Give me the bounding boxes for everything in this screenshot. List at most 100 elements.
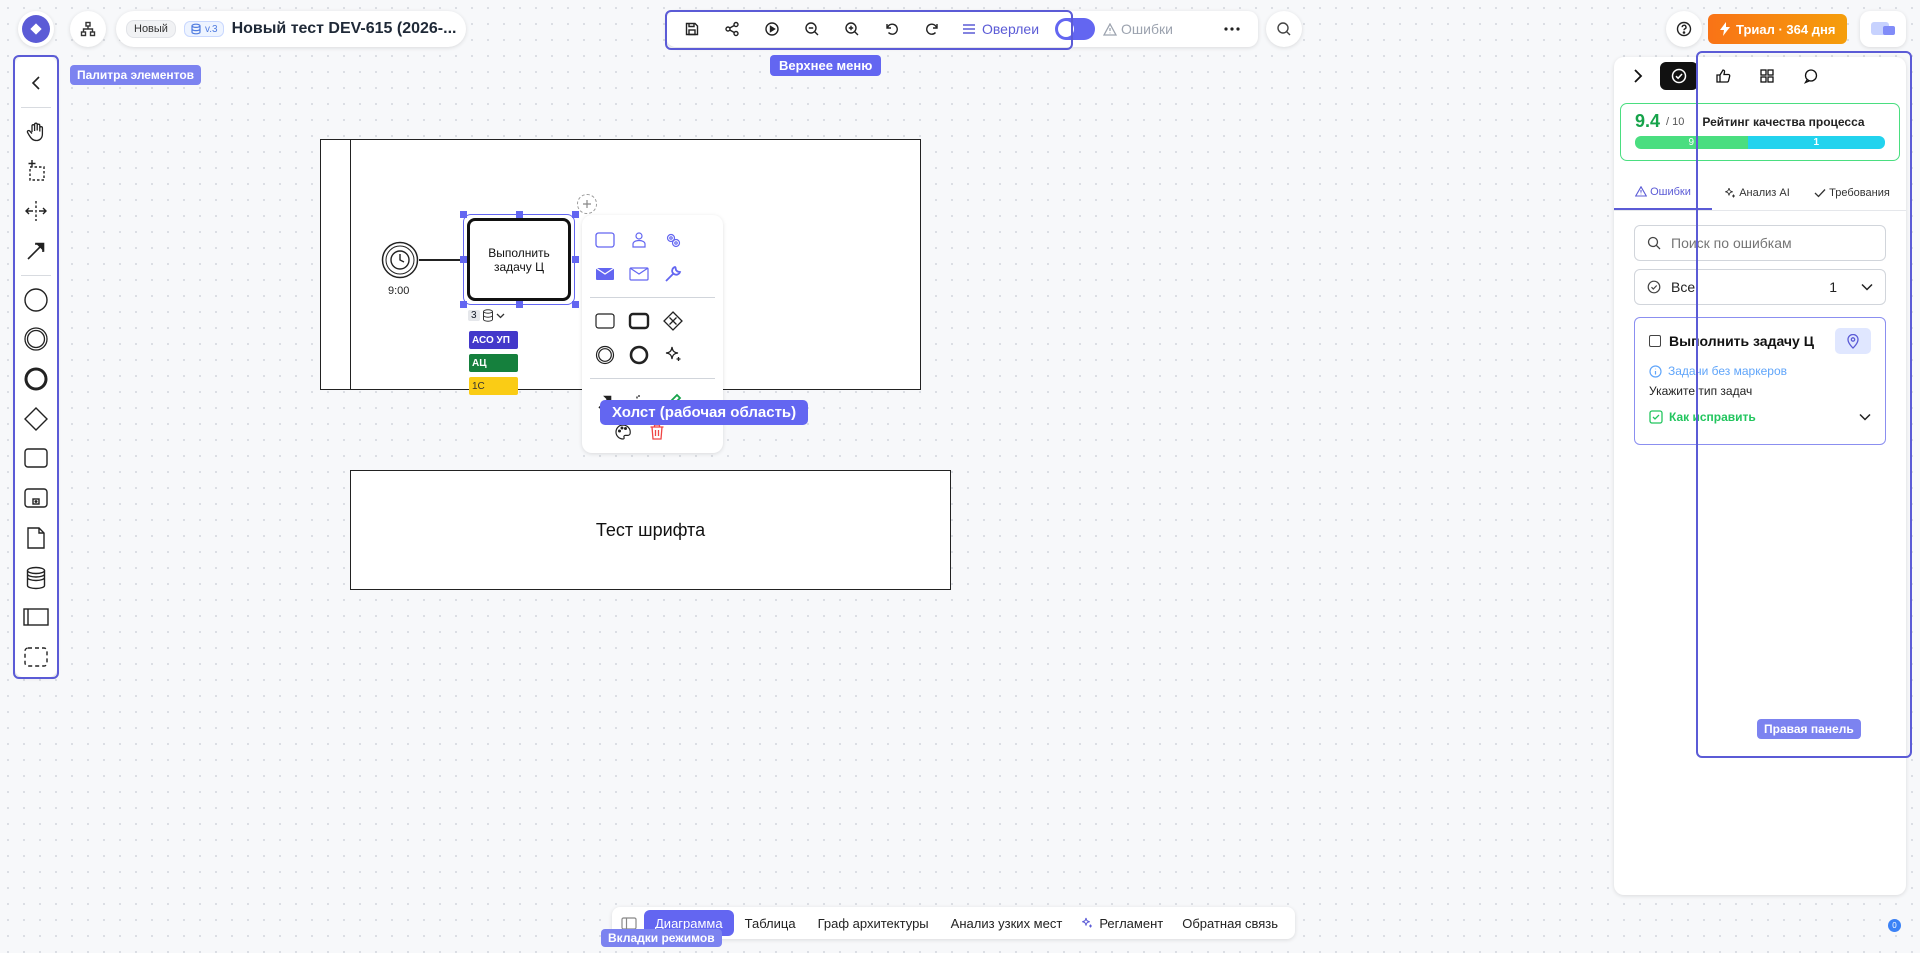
collapse-palette-button[interactable]: [16, 63, 56, 103]
error-card-title[interactable]: Выполнить задачу Ц: [1669, 333, 1827, 349]
resize-handle[interactable]: [460, 256, 467, 263]
end-event-tool[interactable]: [16, 359, 56, 399]
append-service-task-button[interactable]: [656, 223, 690, 257]
zoom-out-button[interactable]: [792, 14, 832, 44]
error-search-field[interactable]: [1634, 225, 1886, 261]
panel-tab-grid[interactable]: [1748, 62, 1786, 90]
error-issue: Задачи без маркеров: [1668, 364, 1787, 378]
marker-dropdown[interactable]: 3: [468, 308, 505, 323]
process-tree-button[interactable]: [70, 11, 106, 47]
redo-button[interactable]: [912, 14, 952, 44]
resize-handle[interactable]: [460, 211, 467, 218]
tab-requirements-label: Требования: [1829, 186, 1890, 199]
group-tool[interactable]: [16, 637, 56, 677]
panel-tab-checks[interactable]: [1660, 62, 1698, 90]
how-to-fix-label: Как исправить: [1669, 410, 1756, 424]
append-send-task-button[interactable]: [588, 257, 622, 291]
pool-header[interactable]: [320, 139, 351, 390]
filter-value: Все: [1671, 279, 1696, 295]
text-box-element[interactable]: Тест шрифта: [350, 470, 951, 590]
share-button[interactable]: [712, 14, 752, 44]
help-button[interactable]: [1666, 11, 1702, 47]
tag-aso[interactable]: АСО УП: [469, 331, 518, 349]
collapse-panel-button[interactable]: [1622, 62, 1654, 90]
resize-handle[interactable]: [516, 301, 523, 308]
space-tool[interactable]: [16, 191, 56, 231]
tab-regulation[interactable]: Регламент: [1073, 916, 1171, 931]
quality-score: 9.4: [1635, 111, 1661, 131]
task-tool[interactable]: [16, 439, 56, 479]
document-title[interactable]: Новый тест DEV-615 (2026-...: [232, 20, 457, 38]
sequence-flow[interactable]: [419, 259, 465, 261]
gateway-tool[interactable]: [16, 399, 56, 439]
error-select-checkbox[interactable]: [1649, 335, 1661, 347]
connect-tool[interactable]: [16, 231, 56, 271]
error-search-input[interactable]: [1671, 235, 1873, 251]
tab-requirements[interactable]: Требования: [1802, 175, 1902, 210]
error-filter-select[interactable]: Все 1: [1634, 269, 1886, 305]
tab-architecture-graph[interactable]: Граф архитектуры: [807, 910, 940, 936]
lasso-tool[interactable]: [16, 151, 56, 191]
pool-tool[interactable]: [16, 598, 56, 638]
app-logo-button[interactable]: [18, 11, 54, 47]
how-to-fix-toggle[interactable]: Как исправить: [1649, 410, 1871, 424]
tab-errors[interactable]: Ошибки: [1614, 175, 1712, 210]
tab-ai-analysis[interactable]: Анализ AI: [1712, 175, 1802, 210]
locate-element-button[interactable]: [1835, 328, 1871, 354]
append-intermediate-event-button[interactable]: [588, 338, 622, 372]
subprocess-tool[interactable]: [16, 478, 56, 518]
context-divider: [590, 297, 715, 298]
zoom-in-button[interactable]: [832, 14, 872, 44]
info-icon: [1649, 364, 1662, 378]
panel-tab-feedback[interactable]: [1704, 62, 1742, 90]
selected-task[interactable]: Выполнить задачу Ц: [467, 218, 571, 301]
ai-suggest-button[interactable]: [656, 338, 690, 372]
hand-tool[interactable]: [16, 112, 56, 152]
data-object-tool[interactable]: [16, 518, 56, 558]
search-icon: [1276, 21, 1292, 37]
error-card[interactable]: Выполнить задачу Ц Задачи без маркеров У…: [1634, 317, 1886, 445]
add-connection-button[interactable]: [577, 194, 597, 214]
append-end-event-button[interactable]: [622, 338, 656, 372]
errors-button[interactable]: Ошибки: [1095, 21, 1181, 37]
tag-1c[interactable]: 1С: [469, 377, 518, 395]
tab-feedback[interactable]: Обратная связь: [1171, 910, 1289, 936]
start-event-tool[interactable]: [16, 280, 56, 320]
append-call-activity-button[interactable]: [622, 304, 656, 338]
resize-handle[interactable]: [516, 211, 523, 218]
resize-handle[interactable]: [460, 301, 467, 308]
append-activity-button[interactable]: [588, 304, 622, 338]
tab-errors-label: Ошибки: [1650, 185, 1691, 198]
resize-handle[interactable]: [572, 211, 579, 218]
trial-badge[interactable]: Триал · 364 дня: [1708, 14, 1848, 44]
resize-handle[interactable]: [572, 301, 579, 308]
simulate-button[interactable]: [752, 14, 792, 44]
search-button[interactable]: [1266, 11, 1302, 47]
timer-start-event[interactable]: [381, 241, 419, 279]
notification-badge[interactable]: 0: [1888, 919, 1901, 932]
circle-icon: [23, 287, 49, 313]
errors-toggle[interactable]: [1055, 18, 1096, 40]
panel-tab-chat[interactable]: [1792, 62, 1830, 90]
append-user-task-button[interactable]: [622, 223, 656, 257]
tab-table[interactable]: Таблица: [734, 910, 807, 936]
intermediate-event-tool[interactable]: [16, 319, 56, 359]
hierarchy-icon: [80, 21, 96, 37]
data-store-tool[interactable]: [16, 558, 56, 598]
redo-icon: [924, 21, 940, 37]
tab-bottleneck-analysis[interactable]: Анализ узких мест: [940, 910, 1074, 936]
user-menu-button[interactable]: [1860, 11, 1906, 47]
trash-icon: [649, 423, 665, 441]
overlays-button[interactable]: Оверлеи: [952, 14, 1049, 44]
version-badge[interactable]: v.3: [183, 21, 224, 37]
share-icon: [724, 21, 740, 37]
append-task-button[interactable]: [588, 223, 622, 257]
tag-ac[interactable]: АЦ: [469, 354, 518, 372]
undo-button[interactable]: [872, 14, 912, 44]
append-gateway-button[interactable]: [656, 304, 690, 338]
resize-handle[interactable]: [572, 256, 579, 263]
save-button[interactable]: [672, 14, 712, 44]
change-type-button[interactable]: [656, 257, 690, 291]
append-receive-task-button[interactable]: [622, 257, 656, 291]
more-options-button[interactable]: [1212, 14, 1252, 44]
